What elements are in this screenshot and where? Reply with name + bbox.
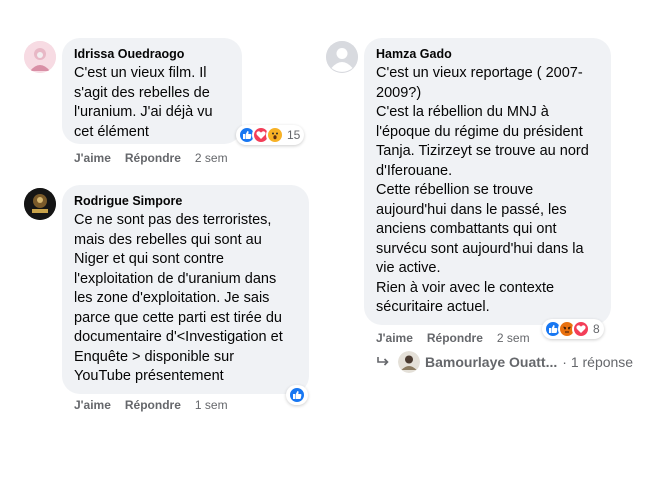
comment-line: YouTube présentement bbox=[74, 368, 224, 384]
like-button[interactable]: J'aime bbox=[74, 398, 111, 412]
reaction-summary[interactable]: 8 bbox=[542, 319, 604, 339]
comment-text: C'est un vieux reportage ( 2007- 2009?) … bbox=[376, 64, 599, 318]
comment-line: sécuritaire actuel. bbox=[376, 299, 490, 315]
comment-line: les zone d'exploitation. Je sais bbox=[74, 290, 270, 306]
reaction-summary[interactable] bbox=[286, 385, 308, 405]
reply-button[interactable]: Répondre bbox=[427, 331, 483, 345]
comment-timestamp[interactable]: 1 sem bbox=[195, 398, 228, 412]
comment-bubble-hamza: Hamza Gado C'est un vieux reportage ( 20… bbox=[364, 38, 611, 325]
comment-line: 2009?) bbox=[376, 84, 422, 101]
comment-timestamp[interactable]: 2 sem bbox=[195, 151, 228, 165]
comment-actions: J'aime Répondre 2 sem bbox=[74, 151, 228, 165]
reply-preview-count: · 1 réponse bbox=[562, 354, 634, 370]
comment-line: l'exploitation de d'uranium dans bbox=[74, 270, 277, 287]
comment-timestamp[interactable]: 2 sem bbox=[497, 331, 530, 345]
reaction-summary[interactable]: 15 bbox=[236, 125, 305, 145]
comment-text: C'est un vieux film. Il s'agit des rebel… bbox=[74, 64, 230, 142]
comment-author[interactable]: Hamza Gado bbox=[376, 46, 599, 62]
reaction-count: 15 bbox=[287, 128, 301, 142]
comment-line: Ce ne sont pas des terroristes, bbox=[74, 212, 272, 228]
reply-button[interactable]: Répondre bbox=[125, 398, 181, 412]
comment-line: mais des rebelles qui sont au bbox=[74, 231, 262, 248]
comment-bubble-idrissa: Idrissa Ouedraogo C'est un vieux film. I… bbox=[62, 38, 242, 144]
love-icon bbox=[572, 320, 590, 338]
comment-actions: J'aime Répondre 2 sem bbox=[376, 331, 530, 345]
avatar-bamourlaye bbox=[398, 351, 420, 373]
comment-author[interactable]: Rodrigue Simpore bbox=[74, 193, 297, 209]
comment-line: l'époque du régime du président bbox=[376, 123, 583, 140]
reply-preview-author[interactable]: Bamourlaye Ouatt... bbox=[425, 354, 557, 370]
reply-arrow-icon bbox=[376, 356, 390, 368]
like-icon bbox=[288, 386, 306, 404]
comment-line: Enquête > disponible sur bbox=[74, 348, 235, 365]
reaction-count: 8 bbox=[593, 322, 600, 336]
like-button[interactable]: J'aime bbox=[376, 331, 413, 345]
comment-line: Niger et qui sont contre bbox=[74, 251, 224, 267]
comment-line: cet élément bbox=[74, 123, 149, 140]
comment-line: s'agit des rebelles de bbox=[74, 84, 210, 101]
comment-actions: J'aime Répondre 1 sem bbox=[74, 398, 228, 412]
comment-line: Cette rébellion se trouve bbox=[376, 182, 534, 198]
wow-icon bbox=[266, 126, 284, 144]
avatar-rodrigue[interactable] bbox=[24, 188, 56, 220]
comment-line: vie active. bbox=[376, 260, 441, 276]
avatar-hamza[interactable] bbox=[326, 41, 358, 73]
comment-line: C'est la rébellion du MNJ à bbox=[376, 104, 549, 120]
comment-line: d'Iferouane. bbox=[376, 162, 453, 179]
comment-line: parce que cette parti est tirée du bbox=[74, 309, 282, 326]
like-button[interactable]: J'aime bbox=[74, 151, 111, 165]
comment-line: aujourd'hui dans le passé, les bbox=[376, 201, 567, 218]
comment-line: Rien à voir avec le contexte bbox=[376, 279, 555, 296]
comment-line: C'est un vieux film. Il bbox=[74, 65, 207, 81]
comment-line: l'uranium. J'ai déjà vu bbox=[74, 104, 213, 120]
comment-bubble-rodrigue: Rodrigue Simpore Ce ne sont pas des terr… bbox=[62, 185, 309, 394]
comment-line: C'est un vieux reportage ( 2007- bbox=[376, 65, 583, 81]
comment-text: Ce ne sont pas des terroristes, mais des… bbox=[74, 211, 297, 387]
reply-button[interactable]: Répondre bbox=[125, 151, 181, 165]
comment-line: survécu sont aujourd'hui dans la bbox=[376, 240, 584, 257]
comment-line: Tanja. Tizirzeyt se trouve au nord bbox=[376, 143, 589, 159]
comment-author[interactable]: Idrissa Ouedraogo bbox=[74, 46, 230, 62]
comment-line: documentaire d'<Investigation et bbox=[74, 329, 283, 345]
avatar-idrissa[interactable] bbox=[24, 41, 56, 73]
view-replies-link[interactable]: Bamourlaye Ouatt... · 1 réponse bbox=[376, 351, 633, 373]
comment-line: anciens combattants qui ont bbox=[376, 221, 557, 237]
